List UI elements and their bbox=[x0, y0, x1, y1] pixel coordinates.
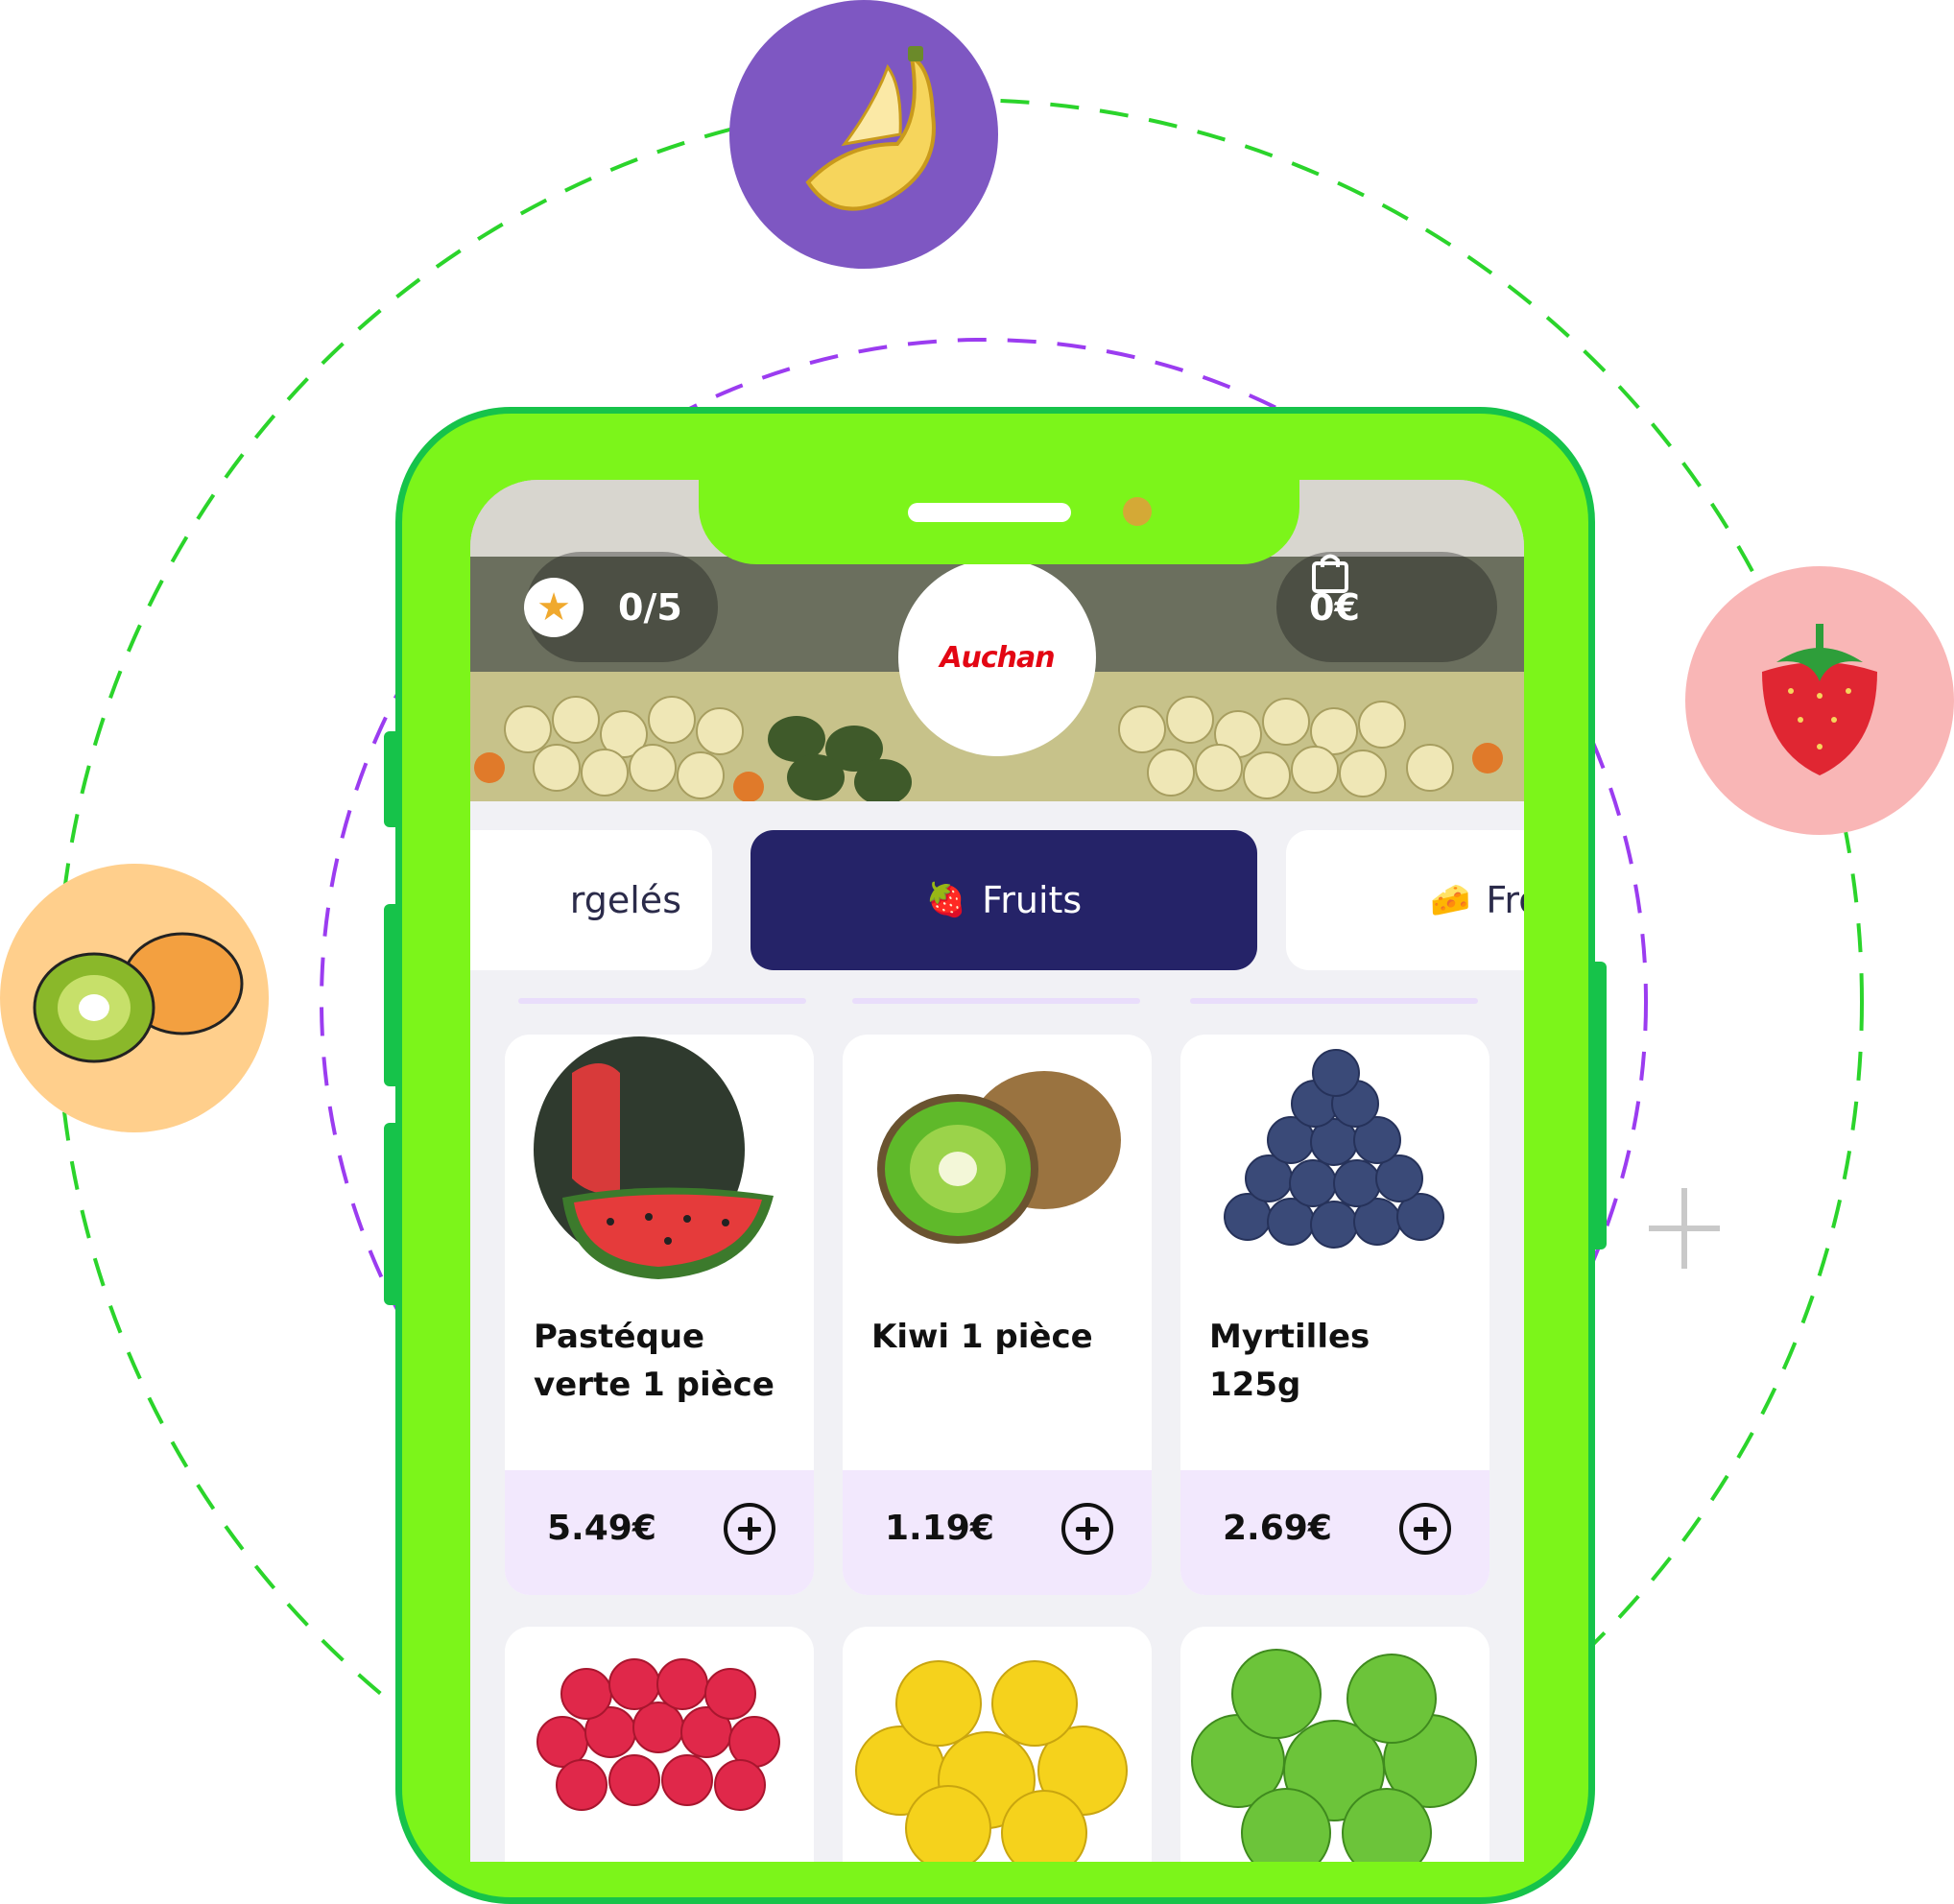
shopping-bag-icon bbox=[1312, 554, 1348, 593]
cart-pill[interactable]: 0€ bbox=[1276, 552, 1497, 662]
add-to-cart-button[interactable] bbox=[1061, 1503, 1113, 1555]
phone-camera bbox=[1123, 497, 1152, 526]
rating-pill[interactable]: ★ 0/5 bbox=[524, 552, 718, 662]
divider bbox=[1190, 998, 1478, 1004]
side-button bbox=[384, 1123, 401, 1305]
product-card[interactable] bbox=[843, 1627, 1152, 1862]
product-card[interactable]: Pastéque verte 1 pièce 5.49€ bbox=[505, 1035, 814, 1595]
green-apples-image bbox=[1191, 1649, 1477, 1862]
power-button bbox=[1589, 962, 1607, 1250]
store-logo: Auchan bbox=[898, 559, 1096, 756]
product-footer: 1.19€ bbox=[843, 1470, 1152, 1595]
kiwi-icon bbox=[33, 932, 244, 1063]
volume-up-button bbox=[384, 731, 401, 827]
product-card[interactable] bbox=[505, 1627, 814, 1862]
banana-icon bbox=[805, 46, 936, 211]
product-name: Kiwi 1 pièce bbox=[871, 1318, 1093, 1356]
product-footer: 5.49€ bbox=[505, 1470, 814, 1595]
strawberry-bubble bbox=[1685, 566, 1954, 835]
tab-label: Fro bbox=[1486, 879, 1524, 921]
kiwi-bubble bbox=[0, 864, 269, 1132]
cheese-icon: 🧀 bbox=[1430, 881, 1471, 919]
plus-decoration bbox=[1649, 1188, 1720, 1269]
tab-label: rgelés bbox=[569, 879, 681, 921]
strawberry-icon: 🍓 bbox=[925, 881, 967, 919]
product-card[interactable] bbox=[1180, 1627, 1489, 1862]
watermelon-image bbox=[534, 1036, 774, 1279]
product-card[interactable]: Kiwi 1 pièce 1.19€ bbox=[843, 1035, 1152, 1595]
blueberries-image bbox=[1224, 1049, 1444, 1249]
strawberry-icon bbox=[1762, 624, 1877, 775]
banana-bubble bbox=[729, 0, 998, 269]
kiwi-image bbox=[877, 1071, 1121, 1244]
rating-text: 0/5 bbox=[618, 585, 682, 629]
divider bbox=[518, 998, 806, 1004]
add-to-cart-button[interactable] bbox=[724, 1503, 775, 1555]
app-screen: ★ 0/5 Auchan 0€ rgelés 🍓 Fruits 🧀 Fro bbox=[470, 480, 1524, 1862]
tab-fruits[interactable]: 🍓 Fruits bbox=[751, 830, 1257, 970]
yellow-apples-image bbox=[855, 1660, 1128, 1862]
store-logo-text: Auchan bbox=[940, 640, 1055, 675]
divider bbox=[852, 998, 1140, 1004]
raspberries-image bbox=[536, 1658, 780, 1811]
star-icon: ★ bbox=[524, 577, 584, 637]
product-price: 2.69€ bbox=[1223, 1509, 1332, 1548]
product-name: Myrtilles 125g bbox=[1209, 1318, 1370, 1404]
volume-down-button bbox=[384, 904, 401, 1086]
tab-surgeles[interactable]: rgelés bbox=[470, 830, 712, 970]
product-card[interactable]: Myrtilles 125g 2.69€ bbox=[1180, 1035, 1489, 1595]
product-price: 5.49€ bbox=[547, 1509, 656, 1548]
product-footer: 2.69€ bbox=[1180, 1470, 1489, 1595]
phone-speaker bbox=[908, 503, 1071, 522]
tab-label: Fruits bbox=[982, 879, 1083, 921]
product-name: Pastéque verte 1 pièce bbox=[534, 1318, 774, 1404]
add-to-cart-button[interactable] bbox=[1399, 1503, 1451, 1555]
tab-fromages[interactable]: 🧀 Fro bbox=[1286, 830, 1524, 970]
product-price: 1.19€ bbox=[885, 1509, 994, 1548]
